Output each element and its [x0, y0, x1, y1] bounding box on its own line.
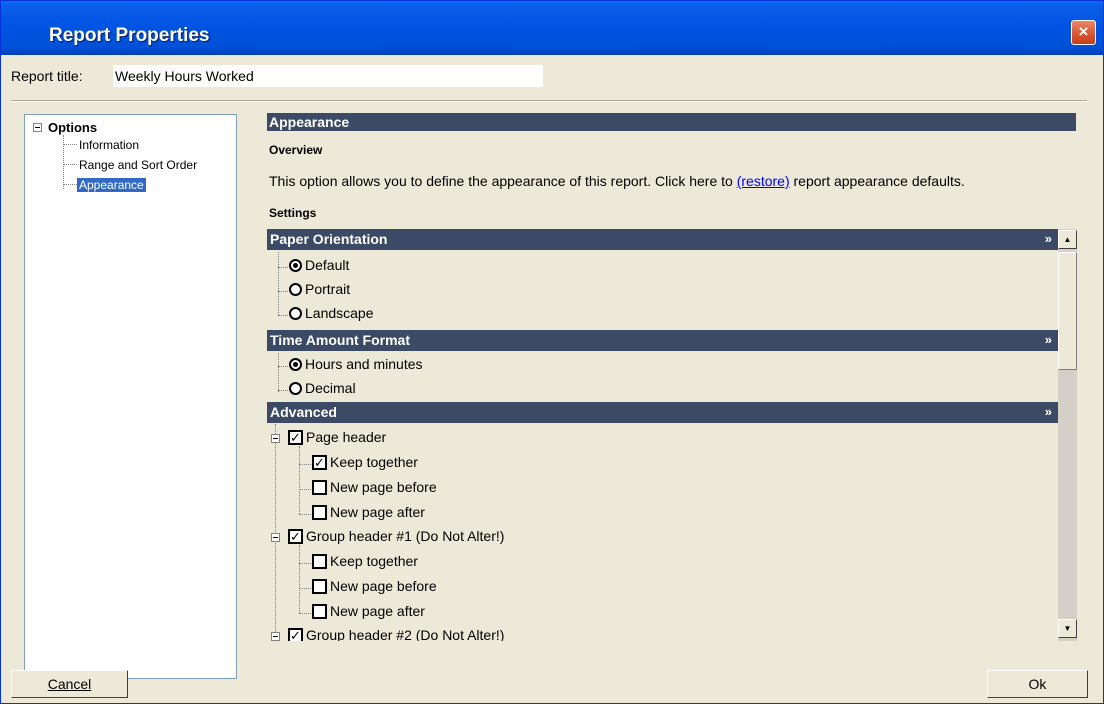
report-title-input[interactable]	[113, 65, 543, 87]
report-properties-dialog: Report Properties × Report title: Option…	[0, 0, 1104, 704]
settings-scrollbar[interactable]: ▲ ▼	[1058, 229, 1077, 641]
group-advanced[interactable]: Advanced »	[267, 402, 1058, 423]
checkbox-page-header-new-page-before[interactable]: New page before	[312, 478, 437, 500]
overview-text: This option allows you to define the app…	[269, 173, 965, 189]
collapse-chevron-icon[interactable]: »	[1045, 330, 1052, 349]
tree-item-range-sort-order[interactable]: Range and Sort Order	[63, 157, 199, 172]
checkbox-icon	[312, 578, 327, 594]
checkbox-icon: ✓	[312, 454, 327, 470]
options-tree[interactable]: Options Information Range and Sort Order…	[24, 114, 237, 679]
checkbox-group-header-1-new-page-before[interactable]: New page before	[312, 577, 437, 599]
settings-heading: Settings	[269, 206, 317, 220]
ok-button[interactable]: Ok	[987, 670, 1088, 698]
collapse-chevron-icon[interactable]: »	[1045, 229, 1052, 248]
checkbox-icon	[312, 479, 327, 495]
scroll-down-icon[interactable]: ▼	[1058, 619, 1077, 638]
checkbox-icon	[312, 553, 327, 569]
group-time-amount-format[interactable]: Time Amount Format »	[267, 330, 1058, 351]
checkbox-group-header-2[interactable]: ✓ Group header #2 (Do Not Alter!)	[288, 626, 504, 641]
radio-decimal[interactable]: Decimal	[289, 379, 356, 401]
checkbox-icon	[312, 504, 327, 520]
title-bar[interactable]: Report Properties ×	[1, 1, 1103, 55]
checkbox-icon	[312, 603, 327, 619]
checkbox-group-header-1[interactable]: ✓ Group header #1 (Do Not Alter!)	[288, 527, 504, 549]
radio-landscape[interactable]: Landscape	[289, 304, 374, 326]
section-title: Appearance	[267, 113, 1076, 131]
restore-link[interactable]: (restore)	[737, 173, 790, 189]
report-title-label: Report title:	[11, 68, 83, 84]
tree-item-information[interactable]: Information	[63, 137, 141, 152]
collapse-icon[interactable]	[33, 123, 42, 133]
close-button[interactable]: ×	[1071, 20, 1096, 45]
collapse-icon[interactable]	[271, 434, 280, 443]
checkbox-page-header-new-page-after[interactable]: New page after	[312, 503, 425, 525]
settings-panel: Paper Orientation » Default Portrait Lan…	[267, 229, 1081, 641]
checkbox-icon: ✓	[288, 627, 303, 641]
radio-default[interactable]: Default	[289, 256, 349, 278]
overview-heading: Overview	[269, 143, 323, 157]
checkbox-icon: ✓	[288, 429, 303, 445]
cancel-button[interactable]: Cancel	[11, 670, 128, 698]
scrollbar-thumb[interactable]	[1058, 252, 1077, 370]
radio-hours-and-minutes[interactable]: Hours and minutes	[289, 355, 423, 377]
collapse-icon[interactable]	[271, 533, 280, 542]
collapse-chevron-icon[interactable]: »	[1045, 402, 1052, 421]
separator	[11, 100, 1087, 102]
checkbox-group-header-1-keep-together[interactable]: Keep together	[312, 552, 418, 574]
checkbox-page-header[interactable]: ✓ Page header	[288, 428, 386, 450]
checkbox-icon: ✓	[288, 528, 303, 544]
collapse-icon[interactable]	[271, 632, 280, 641]
group-paper-orientation[interactable]: Paper Orientation »	[267, 229, 1058, 250]
checkbox-group-header-1-new-page-after[interactable]: New page after	[312, 602, 425, 624]
radio-portrait[interactable]: Portrait	[289, 280, 350, 302]
window-title: Report Properties	[49, 25, 210, 46]
checkbox-page-header-keep-together[interactable]: ✓ Keep together	[312, 453, 418, 475]
scroll-up-icon[interactable]: ▲	[1058, 230, 1077, 249]
tree-item-appearance[interactable]: Appearance	[63, 177, 146, 192]
tree-root-options[interactable]: Options	[33, 119, 97, 135]
